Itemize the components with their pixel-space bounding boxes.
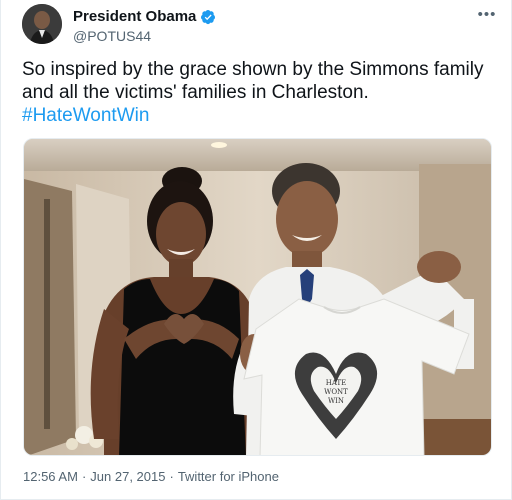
hashtag-link[interactable]: #HateWontWin	[22, 105, 149, 126]
shirt-text-line1: HATE	[326, 379, 347, 387]
shirt-text-line2: WONT	[324, 388, 348, 396]
tweet-card: President Obama @POTUS44 ••• So inspired…	[0, 0, 512, 500]
avatar[interactable]	[22, 4, 62, 44]
photo-scene: HATE WONT WIN	[24, 139, 491, 455]
tweet-source[interactable]: Twitter for iPhone	[178, 469, 279, 484]
avatar-image	[22, 4, 62, 44]
tweet-header: President Obama @POTUS44 •••	[22, 4, 497, 48]
tweet-photo[interactable]: HATE WONT WIN	[23, 138, 492, 456]
meta-separator: ·	[169, 469, 174, 484]
more-icon[interactable]: •••	[477, 6, 497, 23]
tweet-time[interactable]: 12:56 AM	[23, 469, 78, 484]
verified-badge-icon	[201, 10, 216, 25]
tweet-body: So inspired by the grace shown by the Si…	[22, 59, 484, 103]
author-handle[interactable]: @POTUS44	[73, 27, 216, 45]
tweet-text: So inspired by the grace shown by the Si…	[22, 58, 497, 127]
meta-separator: ·	[81, 469, 87, 484]
author-name[interactable]: President Obama	[73, 8, 196, 26]
tweet-date[interactable]: Jun 27, 2015	[90, 469, 165, 484]
shirt-text-line3: WIN	[328, 397, 344, 405]
tweet-meta: 12:56 AM · Jun 27, 2015 · Twitter for iP…	[23, 469, 279, 484]
author-info: President Obama @POTUS44	[73, 8, 216, 45]
